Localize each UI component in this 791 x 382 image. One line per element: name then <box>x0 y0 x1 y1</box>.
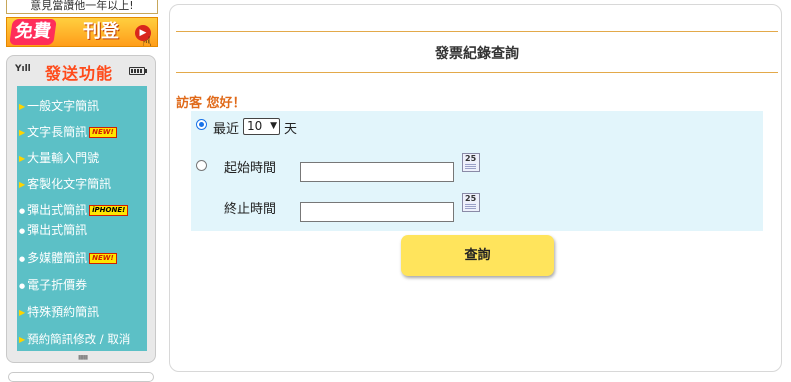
resize-grip-icon[interactable]: ▮▮▮▮ <box>78 354 88 361</box>
start-date-input[interactable] <box>300 162 454 182</box>
top-ad-text: 意見當讚他一年以上! <box>30 0 134 12</box>
dot-bullet-icon: ● <box>19 227 26 235</box>
menu-item-e-coupon[interactable]: ● 電子折價券 <box>19 276 87 294</box>
page-title: 發票紀錄查詢 <box>435 46 519 62</box>
menu-item-edit-cancel-scheduled[interactable]: ▶ 預約簡訊修改 / 取消 <box>19 330 130 348</box>
free-label: 免費 <box>9 19 57 45</box>
triangle-bullet-icon: ▶ <box>19 180 26 189</box>
next-panel-edge <box>8 372 154 382</box>
chevron-down-icon: ▼ <box>270 121 277 131</box>
date-range-radio[interactable] <box>196 160 207 171</box>
new-badge: NEW! <box>89 127 117 138</box>
free-publish-banner[interactable]: 免費 刊登 ▶ ☝ <box>6 17 158 47</box>
menu-item-long-sms[interactable]: ▶ 文字長簡訊 NEW! <box>19 123 117 141</box>
publish-label: 刊登 <box>83 21 119 42</box>
days-value: 10 <box>247 119 263 133</box>
start-time-label: 起始時間 <box>224 161 277 176</box>
menu-item-bulk-input[interactable]: ▶ 大量輸入門號 <box>19 149 99 167</box>
triangle-bullet-icon: ▶ <box>19 308 26 317</box>
days-select[interactable]: 10 ▼ <box>243 118 280 135</box>
query-button[interactable]: 查詢 <box>401 235 554 276</box>
greeting-text: 訪客 您好！ <box>176 96 246 111</box>
end-time-label: 終止時間 <box>224 202 277 217</box>
menu-title: 發送功能 <box>45 64 114 83</box>
triangle-bullet-icon: ▶ <box>19 335 26 344</box>
battery-icon <box>129 67 147 75</box>
triangle-bullet-icon: ▶ <box>19 154 26 163</box>
menu-panel: ▶ 一般文字簡訊 ▶ 文字長簡訊 NEW! ▶ 大量輸入門號 ▶ 客製化文字簡訊 ● 彈出式… <box>17 86 147 351</box>
end-date-input[interactable] <box>300 202 454 222</box>
dot-bullet-icon: ● <box>19 207 26 215</box>
recent-days-radio[interactable] <box>196 119 207 130</box>
recent-label: 最近 <box>213 122 240 137</box>
signal-icon: Yıll <box>15 64 31 74</box>
send-functions-menu: Yıll 發送功能 ▶ 一般文字簡訊 ▶ 文字長簡訊 NEW! ▶ 大量輸入門號 ▶ 客製… <box>6 55 156 363</box>
menu-item-mms[interactable]: ● 多媒體簡訊 NEW! <box>19 249 117 267</box>
dot-bullet-icon: ● <box>19 282 26 290</box>
end-calendar-icon[interactable]: 25 <box>462 193 480 212</box>
menu-item-scheduled-sms[interactable]: ▶ 特殊預約簡訊 <box>19 303 99 321</box>
hand-cursor-icon: ☝ <box>142 33 152 47</box>
menu-item-popup-sms[interactable]: ● 彈出式簡訊 <box>19 221 87 239</box>
title-top-rule <box>176 31 778 32</box>
triangle-bullet-icon: ▶ <box>19 128 26 137</box>
menu-header: Yıll 發送功能 <box>7 58 155 83</box>
new-badge: NEW! <box>89 253 117 264</box>
title-bottom-rule <box>176 72 778 73</box>
triangle-bullet-icon: ▶ <box>19 102 26 111</box>
start-calendar-icon[interactable]: 25 <box>462 153 480 172</box>
menu-item-popup-sms-iphone[interactable]: ● 彈出式簡訊 iPHONE! <box>19 201 129 219</box>
days-unit-label: 天 <box>284 122 298 137</box>
iphone-badge: iPHONE! <box>89 205 129 216</box>
top-ad-strip[interactable]: 意見當讚他一年以上! <box>6 0 158 14</box>
menu-item-custom-sms[interactable]: ▶ 客製化文字簡訊 <box>19 175 111 193</box>
menu-item-general-sms[interactable]: ▶ 一般文字簡訊 <box>19 97 99 115</box>
dot-bullet-icon: ● <box>19 255 26 263</box>
